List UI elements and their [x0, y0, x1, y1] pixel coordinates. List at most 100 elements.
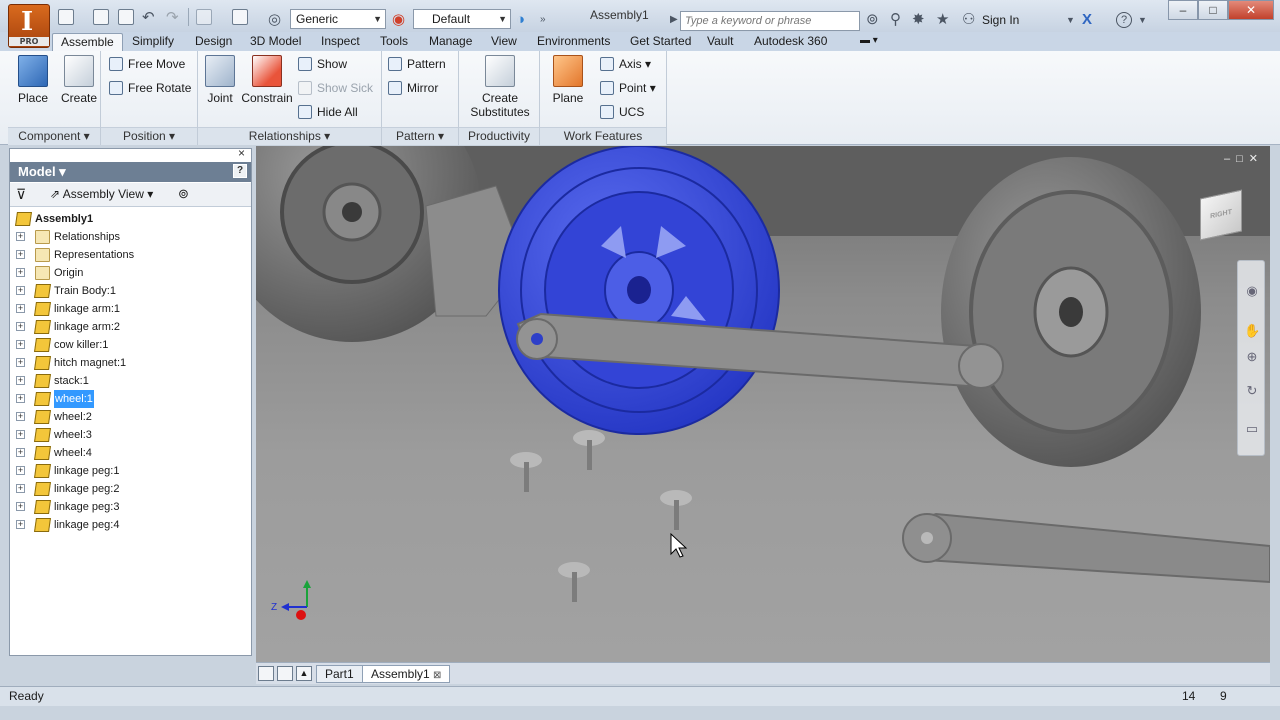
tab-get-started[interactable]: Get Started: [622, 33, 699, 51]
subscription-icon[interactable]: ✸: [912, 12, 925, 28]
chevron-down-icon[interactable]: ▼: [1138, 12, 1147, 28]
tree-item[interactable]: + wheel:2: [10, 408, 251, 426]
tree-item[interactable]: + stack:1: [10, 372, 251, 390]
chevron-down-icon[interactable]: ▼: [1066, 12, 1075, 28]
expand-icon[interactable]: +: [16, 520, 25, 529]
browser-help-icon[interactable]: ?: [233, 164, 247, 178]
tab-autodesk-360[interactable]: Autodesk 360: [746, 33, 835, 51]
expand-icon[interactable]: +: [16, 430, 25, 439]
select-filter-icon[interactable]: [232, 9, 248, 25]
expand-icon[interactable]: +: [16, 232, 25, 241]
free-move-button[interactable]: Free Move: [109, 57, 185, 71]
constrain-button[interactable]: Constrain: [240, 55, 294, 105]
place-button[interactable]: Place: [12, 55, 54, 105]
search-expand-icon[interactable]: ▶: [670, 12, 678, 28]
tree-item[interactable]: + Origin: [10, 264, 251, 282]
tree-item[interactable]: + Train Body:1: [10, 282, 251, 300]
ucs-button[interactable]: UCS: [600, 105, 644, 119]
expand-icon[interactable]: +: [16, 466, 25, 475]
tab-design[interactable]: Design: [187, 33, 240, 51]
expand-icon[interactable]: +: [16, 250, 25, 259]
tree-item[interactable]: + cow killer:1: [10, 336, 251, 354]
return-icon[interactable]: [196, 9, 212, 25]
tree-item[interactable]: + linkage peg:3: [10, 498, 251, 516]
browser-close-icon[interactable]: ×: [238, 146, 245, 160]
free-rotate-button[interactable]: Free Rotate: [109, 81, 191, 95]
favorites-star-icon[interactable]: ★: [936, 12, 949, 28]
create-button[interactable]: Create: [58, 55, 100, 105]
tree-item[interactable]: + wheel:1: [10, 390, 251, 408]
pattern-button[interactable]: Pattern: [388, 57, 446, 71]
expand-icon[interactable]: +: [16, 304, 25, 313]
binoculars-icon[interactable]: ⊚: [866, 12, 879, 28]
key-icon[interactable]: ⚲: [890, 12, 901, 28]
tab-manage[interactable]: Manage: [421, 33, 480, 51]
viewcube[interactable]: RIGHT: [1200, 189, 1242, 241]
assembly-view-dropdown[interactable]: ⇗ Assembly View ▾: [50, 187, 153, 201]
axis-button[interactable]: Axis ▾: [600, 57, 651, 71]
ribbon-display-toggle-icon[interactable]: ▬ ▾: [852, 33, 886, 51]
mirror-button[interactable]: Mirror: [388, 81, 438, 95]
expand-icon[interactable]: +: [16, 394, 25, 403]
minimize-button[interactable]: –: [1168, 0, 1198, 20]
tab-tools[interactable]: Tools: [372, 33, 416, 51]
doc-tab-assembly1[interactable]: Assembly1 ⊠: [362, 665, 451, 683]
point-button[interactable]: Point ▾: [600, 81, 656, 95]
expand-icon[interactable]: +: [16, 286, 25, 295]
tab-inspect[interactable]: Inspect: [313, 33, 368, 51]
expand-icon[interactable]: +: [16, 484, 25, 493]
material-combo[interactable]: Generic ▼: [290, 9, 386, 29]
tree-root-assembly[interactable]: Assembly1: [10, 210, 251, 228]
tree-item[interactable]: + wheel:4: [10, 444, 251, 462]
open-icon[interactable]: [93, 9, 109, 25]
qat-overflow-icon[interactable]: »: [540, 12, 546, 28]
look-at-icon[interactable]: ▭: [1244, 421, 1260, 437]
expand-icon[interactable]: +: [16, 448, 25, 457]
user-icon[interactable]: ⚇: [962, 12, 975, 28]
tree-item[interactable]: + linkage peg:4: [10, 516, 251, 534]
tree-item[interactable]: + wheel:3: [10, 426, 251, 444]
expand-icon[interactable]: +: [16, 502, 25, 511]
clear-appearance-icon[interactable]: ◑: [516, 12, 525, 28]
tree-item[interactable]: + linkage arm:2: [10, 318, 251, 336]
tile-windows-icon[interactable]: [277, 666, 293, 681]
pan-hand-icon[interactable]: ✋: [1244, 323, 1260, 339]
browser-header[interactable]: Model ▾ ?: [10, 162, 251, 182]
position-panel-label[interactable]: Position ▾: [101, 127, 197, 145]
tree-item[interactable]: + Relationships: [10, 228, 251, 246]
viewport-window-controls[interactable]: –□✕: [1224, 152, 1264, 165]
pattern-panel-label[interactable]: Pattern ▾: [382, 127, 458, 145]
expand-icon[interactable]: +: [16, 322, 25, 331]
hide-all-button[interactable]: Hide All: [298, 105, 358, 119]
tab-vault[interactable]: Vault: [699, 33, 741, 51]
tree-item[interactable]: + linkage peg:1: [10, 462, 251, 480]
component-panel-label[interactable]: Component ▾: [8, 127, 100, 145]
tab-assemble[interactable]: Assemble: [52, 33, 123, 51]
cascade-windows-icon[interactable]: [258, 666, 274, 681]
filter-icon[interactable]: ⊽: [16, 186, 26, 203]
expand-icon[interactable]: +: [16, 412, 25, 421]
open-documents-icon[interactable]: ▲: [296, 666, 312, 681]
undo-icon[interactable]: ↶: [142, 10, 155, 26]
tab-environments[interactable]: Environments: [529, 33, 618, 51]
expand-icon[interactable]: +: [16, 268, 25, 277]
search-input[interactable]: Type a keyword or phrase: [680, 11, 860, 31]
show-sick-button[interactable]: Show Sick: [298, 81, 373, 95]
tab-view[interactable]: View: [483, 33, 525, 51]
tree-item[interactable]: + linkage arm:1: [10, 300, 251, 318]
tree-item[interactable]: + linkage peg:2: [10, 480, 251, 498]
save-icon[interactable]: [118, 9, 134, 25]
doc-tab-close-icon[interactable]: ⊠: [433, 670, 441, 681]
tab-3d-model[interactable]: 3D Model: [242, 33, 309, 51]
doc-tab-part1[interactable]: Part1: [316, 665, 363, 683]
steering-wheel-icon[interactable]: ◉: [1244, 283, 1260, 299]
relationships-panel-label[interactable]: Relationships ▾: [198, 127, 381, 145]
zoom-icon[interactable]: ⊕: [1244, 349, 1260, 365]
application-menu-button[interactable]: I PRO: [8, 4, 50, 48]
tab-simplify[interactable]: Simplify: [124, 33, 182, 51]
tree-item[interactable]: + Representations: [10, 246, 251, 264]
expand-icon[interactable]: +: [16, 376, 25, 385]
expand-icon[interactable]: +: [16, 340, 25, 349]
joint-button[interactable]: Joint: [202, 55, 238, 105]
expand-icon[interactable]: +: [16, 358, 25, 367]
